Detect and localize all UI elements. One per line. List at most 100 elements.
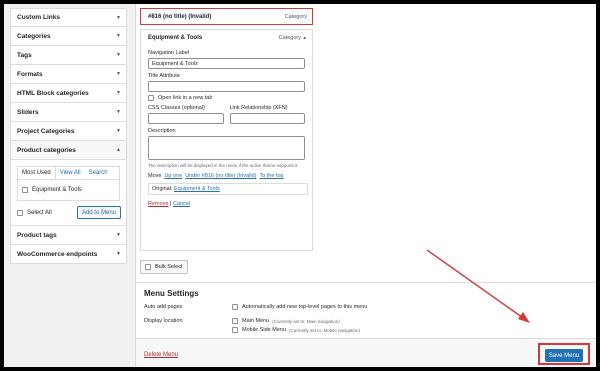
menu-structure-panel: #816 (no title) (Invalid) Category Equip… (135, 4, 596, 367)
menu-item-type: Category (284, 13, 307, 20)
nav-label-label: Navigation Label (148, 50, 189, 56)
move-label: Move (148, 173, 162, 179)
product-categories-tabs: Most Used View All Search (17, 166, 120, 179)
menu-item-title: #816 (no title) (Invalid) (148, 13, 212, 20)
bulk-select[interactable]: Bulk Select (140, 260, 188, 274)
chevron-down-icon: ▼ (116, 14, 121, 21)
chevron-up-icon: ▲ (116, 147, 121, 153)
css-classes-label: CSS Classes (optional) (148, 105, 205, 111)
accordion-label: Tags (17, 51, 32, 59)
remove-cancel-links: Remove | Cancel (148, 201, 305, 207)
menu-item-equipment-tools[interactable]: Equipment & Tools Category ▲ (140, 29, 313, 46)
auto-add-option[interactable]: Automatically add new top-level pages to… (232, 304, 367, 310)
menu-item-title: Equipment & Tools (148, 34, 203, 41)
accordion-label: Project Categories (17, 127, 75, 135)
accordion-html-block-categories[interactable]: HTML Block categories ▼ (10, 84, 127, 103)
original-link[interactable]: Equipment & Tools (174, 186, 220, 192)
accordion-project-categories[interactable]: Project Categories ▼ (10, 122, 127, 141)
new-tab-label: Open link in a new tab (158, 95, 213, 101)
css-classes-input[interactable] (148, 113, 224, 124)
chevron-down-icon: ▼ (116, 128, 121, 134)
delete-menu-link[interactable]: Delete Menu (144, 352, 178, 358)
main-menu-label: Main Menu (242, 318, 270, 324)
main-menu-note: (Currently set to: Main navigation) (272, 318, 340, 324)
link-separator: | (170, 201, 172, 207)
move-to-top-link[interactable]: To the top (259, 173, 283, 179)
select-add-row: Select All Add to Menu (17, 206, 121, 219)
bulk-select-label: Bulk Select (155, 264, 183, 270)
move-up-one-link[interactable]: Up one (164, 173, 182, 179)
new-tab-checkbox[interactable] (148, 95, 154, 101)
menu-editor-screen: Custom Links ▼ Categories ▼ Tags ▼ Formats ▼… (4, 4, 596, 367)
menu-footer: Delete Menu Save Menu (136, 338, 596, 367)
save-menu-button[interactable]: Save Menu (545, 349, 583, 362)
tab-view-all[interactable]: View All (56, 167, 85, 179)
auto-add-checkbox[interactable] (232, 304, 238, 310)
description-textarea[interactable] (148, 136, 305, 160)
new-tab-option[interactable]: Open link in a new tab (148, 95, 305, 101)
accordion-custom-links[interactable]: Custom Links ▼ (10, 8, 127, 27)
accordion-label: HTML Block categories (17, 89, 89, 97)
select-all-checkbox[interactable] (17, 209, 23, 216)
description-hint: The description will be displayed in the… (148, 163, 299, 168)
accordion-formats[interactable]: Formats ▼ (10, 65, 127, 84)
category-checklist: Equipment & Tools (17, 179, 120, 201)
mobile-side-menu-label: Mobile Side Menu (242, 327, 287, 333)
xfn-label: Link Relationship (XFN) (229, 105, 288, 111)
nav-label-input[interactable]: Equipment & Tools (148, 58, 305, 69)
chevron-down-icon: ▼ (116, 33, 121, 39)
chevron-down-icon: ▼ (116, 71, 121, 77)
title-attribute-input[interactable] (148, 81, 305, 92)
chevron-down-icon: ▼ (116, 232, 121, 238)
move-under-link[interactable]: Under #816 (no title) (Invalid) (185, 173, 256, 179)
chevron-down-icon: ▼ (116, 251, 121, 257)
title-attribute-label: Title Attribute (148, 73, 180, 79)
chevron-down-icon: ▼ (116, 90, 121, 96)
menu-item-type-label: Category (278, 34, 301, 41)
original-item: Original: Equipment & Tools (148, 183, 308, 195)
bulk-select-checkbox[interactable] (145, 264, 151, 270)
accordion-label: WooCommerce endpoints (17, 250, 98, 258)
location-main-menu[interactable]: Main Menu (Currently set to: Main naviga… (232, 318, 340, 324)
chevron-down-icon: ▼ (116, 109, 121, 115)
add-menu-items-panel: Custom Links ▼ Categories ▼ Tags ▼ Formats ▼… (10, 8, 127, 264)
auto-add-label: Auto add pages (144, 304, 183, 310)
product-categories-panel: Most Used View All Search Equipment & To… (10, 160, 127, 226)
select-all[interactable]: Select All (17, 209, 52, 216)
location-mobile-side-menu[interactable]: Mobile Side Menu (Currently set to: Mobi… (232, 327, 360, 333)
mobile-side-menu-note: (Currently set to: Mobile navigation) (289, 327, 361, 333)
accordion-product-categories[interactable]: Product categories ▲ (10, 141, 127, 160)
chevron-up-icon: ▲ (302, 34, 307, 40)
menu-item-invalid[interactable]: #816 (no title) (Invalid) Category (140, 8, 313, 25)
display-location-label: Display location (144, 318, 183, 324)
css-classes-group: CSS Classes (optional) (148, 105, 224, 124)
category-option-label: Equipment & Tools (32, 187, 82, 193)
add-to-menu-button[interactable]: Add to Menu (76, 206, 121, 219)
xfn-input[interactable] (229, 113, 305, 124)
accordion-woocommerce-endpoints[interactable]: WooCommerce endpoints ▼ (10, 245, 127, 264)
chevron-down-icon: ▼ (116, 52, 121, 58)
accordion-label: Categories (17, 32, 51, 40)
accordion-label: Product categories (17, 146, 76, 154)
menu-item-settings: Navigation Label Equipment & Tools Title… (140, 45, 313, 251)
accordion-tags[interactable]: Tags ▼ (10, 46, 127, 65)
css-xfn-row: CSS Classes (optional) Link Relationship… (148, 105, 305, 124)
move-links: Move Up one Under #816 (no title) (Inval… (148, 173, 305, 179)
original-label: Original: (152, 186, 173, 192)
accordion-label: Sliders (17, 108, 39, 116)
cancel-link[interactable]: Cancel (173, 201, 190, 207)
tab-most-used[interactable]: Most Used (18, 167, 56, 179)
category-checkbox[interactable] (22, 187, 28, 193)
menu-settings-title: Menu Settings (144, 289, 199, 298)
xfn-group: Link Relationship (XFN) (229, 105, 305, 124)
accordion-sliders[interactable]: Sliders ▼ (10, 103, 127, 122)
accordion-product-tags[interactable]: Product tags ▼ (10, 226, 127, 245)
mobile-side-menu-checkbox[interactable] (232, 327, 238, 333)
divider (136, 282, 596, 283)
select-all-label: Select All (27, 209, 52, 216)
remove-link[interactable]: Remove (148, 201, 168, 207)
accordion-categories[interactable]: Categories ▼ (10, 27, 127, 46)
main-menu-checkbox[interactable] (232, 318, 238, 324)
tab-search[interactable]: Search (85, 167, 112, 179)
accordion-label: Product tags (17, 231, 57, 239)
